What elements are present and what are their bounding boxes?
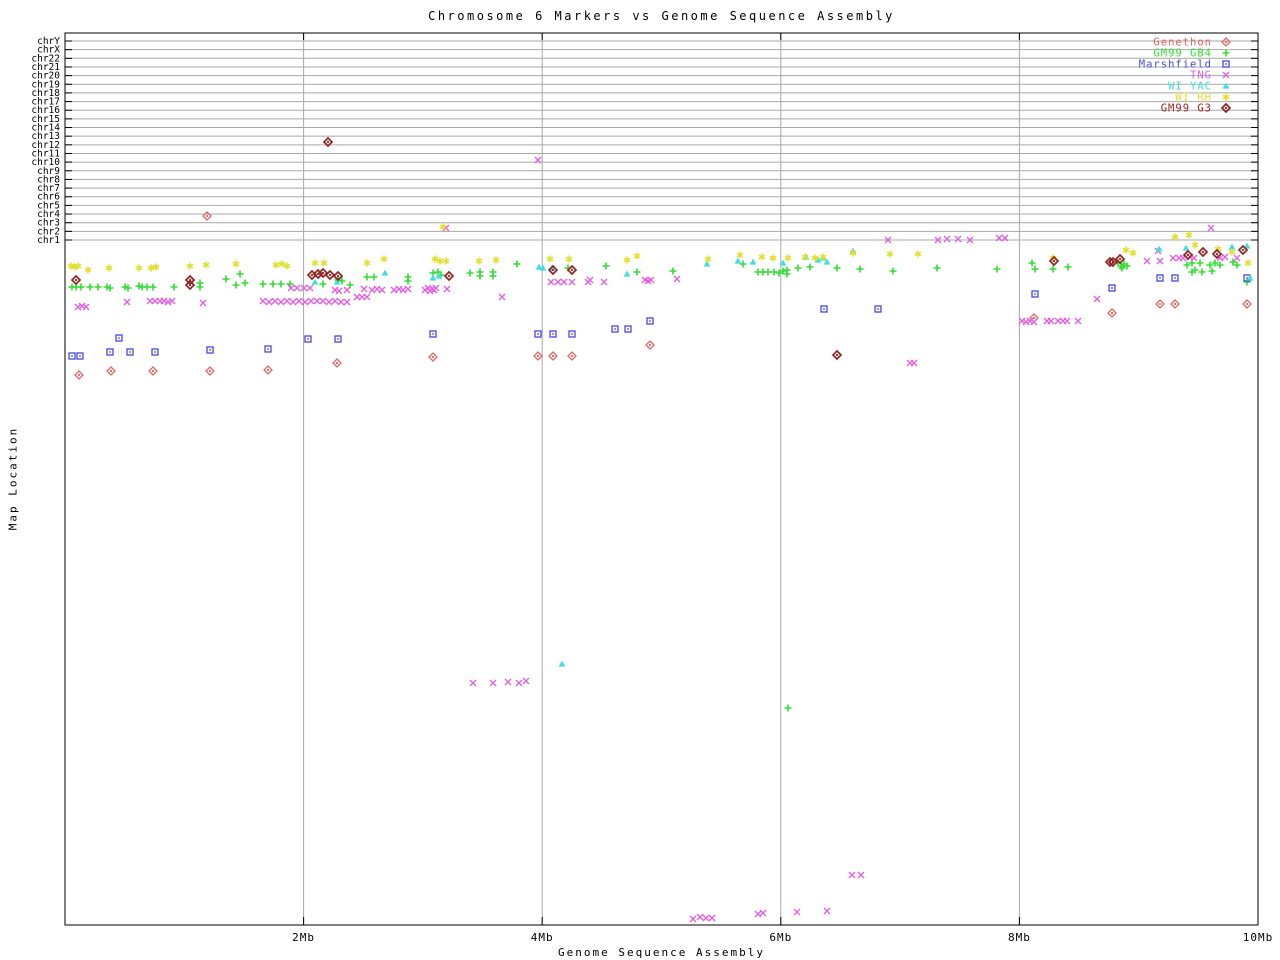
x-tick-label-2Mb: 2Mb (292, 931, 315, 944)
chart-container: Chromosome 6 Markers vs Genome Sequence … (0, 0, 1280, 960)
chr-label-chr1: chr1 (37, 235, 60, 246)
x-tick-labels: 2Mb 4Mb 6Mb 8Mb 10Mb (292, 931, 1274, 944)
legend-item-gm99-g3: GM99 G3 (1161, 103, 1232, 115)
gridlines-horizontal (65, 40, 1258, 241)
legend-label: GM99 G3 (1161, 103, 1212, 115)
series-gm99-gb4 (68, 258, 1251, 712)
series-tng (74, 156, 1241, 923)
series-marshfield (68, 274, 1251, 360)
x-tick-label-4Mb: 4Mb (531, 931, 554, 944)
legend-item-marshfield: Marshfield (1139, 59, 1230, 71)
x-tick-label-8Mb: 8Mb (1008, 931, 1031, 944)
x-tick-label-10Mb: 10Mb (1243, 931, 1274, 944)
x-tick-label-6Mb: 6Mb (769, 931, 792, 944)
plot-canvas: chrYchrXchr22chr21chr20chr19chr18chr17ch… (31, 32, 1274, 944)
series-genethon (74, 211, 1252, 380)
axis-frame (64, 32, 1259, 926)
chr-tick-labels: chrYchrXchr22chr21chr20chr19chr18chr17ch… (31, 36, 60, 246)
gridlines-vertical (303, 33, 1020, 925)
series-wi-yac (311, 242, 1254, 667)
